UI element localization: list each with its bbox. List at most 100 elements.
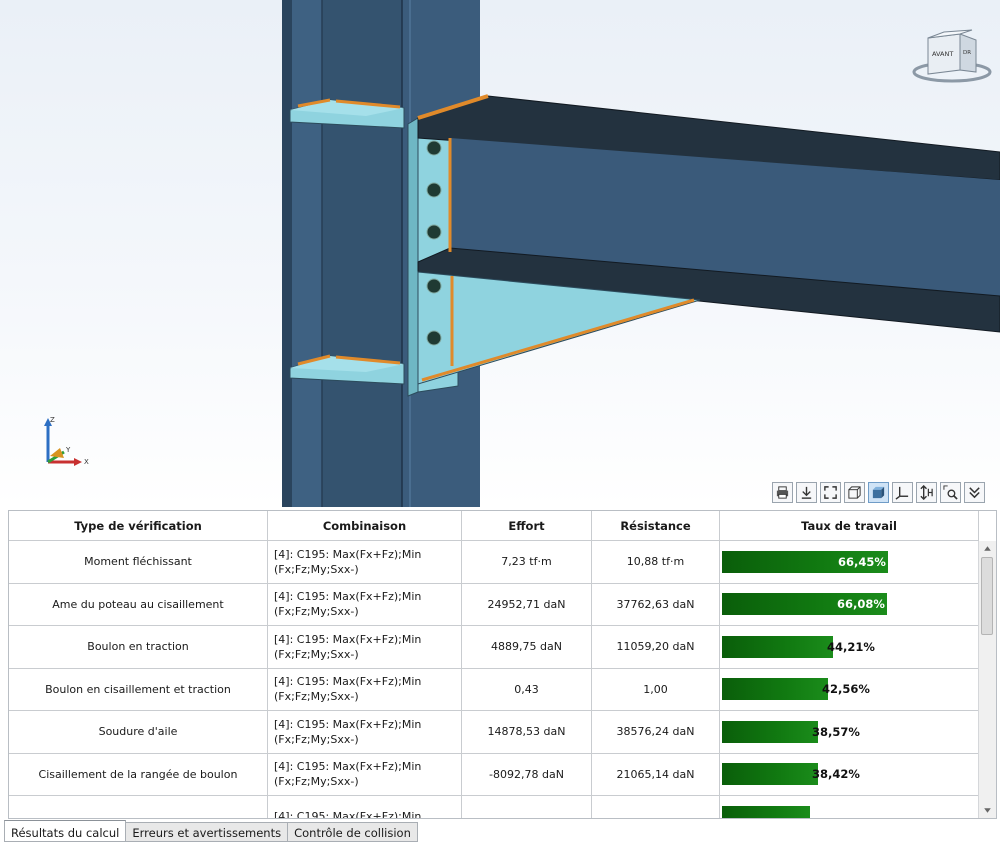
cell-combination: [4]: C195: Max(Fx+Fz);Min (Fx;Fz;My;Sxx-…: [268, 668, 462, 710]
cell-work-ratio: 42,56%: [720, 668, 979, 710]
cell-work-ratio: 66,45%: [720, 541, 979, 583]
cell-verification-type: Soudure d'aile: [9, 711, 268, 753]
zoom-extents-button[interactable]: [820, 482, 841, 503]
cell-combination: [4]: C195: Max(Fx+Fz);Min: [268, 796, 462, 818]
table-row[interactable]: Cisaillement de la rangée de boulon [4]: …: [9, 753, 979, 796]
work-ratio-label: 66,08%: [837, 597, 885, 612]
axis-z-label: Z: [50, 416, 55, 424]
cell-verification-type: Boulon en traction: [9, 626, 268, 668]
cell-work-ratio: 66,08%: [720, 583, 979, 625]
zoom-window-button[interactable]: [940, 482, 961, 503]
axis-system-icon: [895, 486, 909, 500]
cell-combination: [4]: C195: Max(Fx+Fz);Min (Fx;Fz;My;Sxx-…: [268, 626, 462, 668]
header-combination[interactable]: Combinaison: [268, 511, 462, 540]
scroll-up-icon[interactable]: [982, 543, 993, 554]
work-ratio-label: 66,45%: [838, 554, 886, 569]
cell-verification-type: Moment fléchissant: [9, 541, 268, 583]
work-ratio-bar-track: 42,56%: [722, 678, 972, 701]
tab-errors-warnings[interactable]: Erreurs et avertissements: [125, 822, 289, 842]
export-button[interactable]: [796, 482, 817, 503]
scroll-down-icon[interactable]: [982, 805, 993, 816]
3d-viewport[interactable]: AVANT DR Z Y X: [0, 0, 1000, 507]
cell-work-ratio: 38,42%: [720, 753, 979, 795]
cell-combination: [4]: C195: Max(Fx+Fz);Min (Fx;Fz;My;Sxx-…: [268, 583, 462, 625]
table-header: Type de vérification Combinaison Effort …: [9, 511, 979, 541]
work-ratio-label: 44,21%: [827, 639, 875, 654]
work-ratio-bar-track: 66,45%: [722, 550, 972, 573]
cell-work-ratio: 44,21%: [720, 626, 979, 668]
work-ratio-bar: [722, 678, 828, 701]
zoom-extents-icon: [824, 486, 837, 499]
column-flange-inner: [292, 0, 322, 507]
work-ratio-label: 38,42%: [812, 767, 860, 782]
table-row[interactable]: Moment fléchissant [4]: C195: Max(Fx+Fz);…: [9, 541, 979, 584]
cell-resistance: 38576,24 daN: [592, 711, 720, 753]
shaded-view-icon: [872, 486, 885, 499]
cell-effort: 14878,53 daN: [462, 711, 592, 753]
tab-collision-check[interactable]: Contrôle de collision: [287, 822, 418, 842]
table-row[interactable]: Ame du poteau au cisaillement [4]: C195: …: [9, 583, 979, 626]
toolbar-more-button[interactable]: [964, 482, 985, 503]
cell-resistance: [592, 796, 720, 818]
cell-combination: [4]: C195: Max(Fx+Fz);Min (Fx;Fz;My;Sxx-…: [268, 711, 462, 753]
cell-resistance: 37762,63 daN: [592, 583, 720, 625]
cell-combination: [4]: C195: Max(Fx+Fz);Min (Fx;Fz;My;Sxx-…: [268, 753, 462, 795]
table-row[interactable]: Soudure d'aile [4]: C195: Max(Fx+Fz);Min …: [9, 711, 979, 754]
header-type[interactable]: Type de vérification: [9, 511, 268, 540]
navcube-side-label: DR: [963, 50, 971, 56]
work-ratio-bar: [722, 763, 818, 786]
cell-resistance: 10,88 tf·m: [592, 541, 720, 583]
table-row[interactable]: Boulon en cisaillement et traction [4]: C…: [9, 668, 979, 711]
work-ratio-label: 38,57%: [812, 724, 860, 739]
wireframe-view-button[interactable]: [844, 482, 865, 503]
view-toolbar: [772, 482, 985, 504]
cell-resistance: 1,00: [592, 668, 720, 710]
cell-work-ratio: 38,57%: [720, 711, 979, 753]
connection-model[interactable]: [0, 0, 1000, 507]
navigation-cube[interactable]: AVANT DR: [910, 26, 996, 86]
end-plate: [407, 117, 419, 397]
height-dimension-button[interactable]: [916, 482, 937, 503]
header-work-ratio[interactable]: Taux de travail: [720, 511, 979, 540]
print-button[interactable]: [772, 482, 793, 503]
axis-x-label: X: [84, 458, 89, 466]
table-row[interactable]: Boulon en traction [4]: C195: Max(Fx+Fz);…: [9, 626, 979, 669]
work-ratio-bar: [722, 635, 833, 658]
cell-resistance: 21065,14 daN: [592, 753, 720, 795]
axis-y-label: Y: [65, 446, 71, 454]
header-resistance[interactable]: Résistance: [592, 511, 720, 540]
work-ratio-label: 42,56%: [822, 682, 870, 697]
axis-system-button[interactable]: [892, 482, 913, 503]
results-tabs: Résultats du calcul Erreurs et avertisse…: [4, 820, 418, 844]
header-effort[interactable]: Effort: [462, 511, 592, 540]
cell-resistance: 11059,20 daN: [592, 626, 720, 668]
cell-verification-type: Boulon en cisaillement et traction: [9, 668, 268, 710]
cell-effort: 4889,75 daN: [462, 626, 592, 668]
cell-combination: [4]: C195: Max(Fx+Fz);Min (Fx;Fz;My;Sxx-…: [268, 541, 462, 583]
axes-indicator: Z Y X: [44, 416, 89, 466]
height-dimension-icon: [920, 485, 933, 500]
cell-effort: 7,23 tf·m: [462, 541, 592, 583]
navcube-front-label: AVANT: [932, 50, 953, 58]
cell-verification-type: Ame du poteau au cisaillement: [9, 583, 268, 625]
tab-calculation-results[interactable]: Résultats du calcul: [4, 820, 127, 842]
cell-verification-type: [9, 796, 268, 818]
scroll-thumb[interactable]: [981, 557, 993, 635]
cell-effort: [462, 796, 592, 818]
work-ratio-bar-track: 66,08%: [722, 593, 972, 616]
cell-work-ratio: [720, 796, 979, 818]
cell-effort: 24952,71 daN: [462, 583, 592, 625]
wireframe-view-icon: [848, 486, 861, 499]
cell-effort: -8092,78 daN: [462, 753, 592, 795]
work-ratio-bar: [722, 720, 818, 743]
work-ratio-bar: [722, 805, 810, 818]
work-ratio-bar-track: 44,21%: [722, 635, 972, 658]
cell-effort: 0,43: [462, 668, 592, 710]
shaded-view-button[interactable]: [868, 482, 889, 503]
print-icon: [776, 486, 789, 499]
vertical-scrollbar[interactable]: [978, 541, 996, 818]
chevron-down-icon: [969, 487, 980, 499]
work-ratio-bar-track: 38,42%: [722, 763, 972, 786]
export-icon: [801, 486, 812, 499]
table-row[interactable]: [4]: C195: Max(Fx+Fz);Min: [9, 796, 979, 818]
